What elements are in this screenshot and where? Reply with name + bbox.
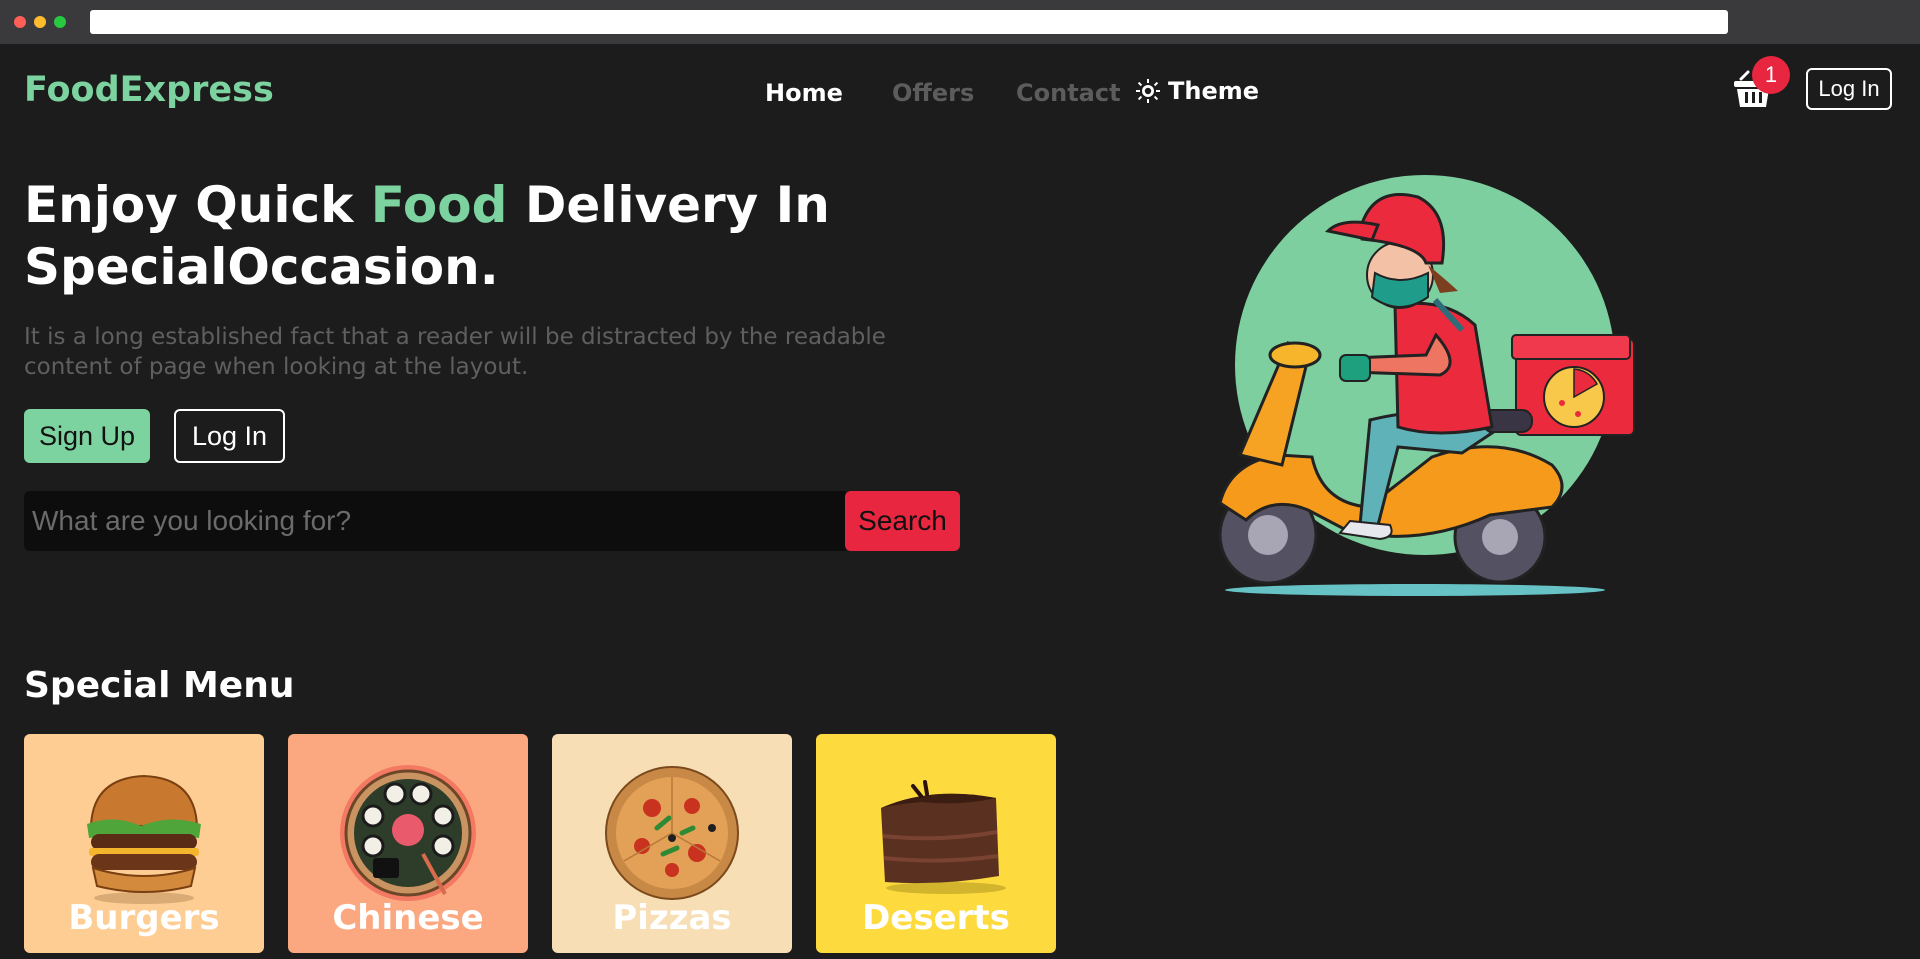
theme-label: Theme: [1168, 77, 1260, 105]
hero-title-start: Enjoy Quick: [24, 176, 371, 234]
header-login-button[interactable]: Log In: [1806, 68, 1892, 110]
menu-card-pizzas[interactable]: Pizzas: [552, 734, 792, 953]
nav-link-home[interactable]: Home: [765, 79, 843, 107]
delivery-scooter-illustration: [1218, 175, 1635, 596]
browser-chrome: [0, 0, 1920, 44]
close-window-dot[interactable]: [14, 16, 26, 28]
cart-count-badge: 1: [1752, 56, 1790, 94]
special-menu-title: Special Menu: [24, 665, 295, 706]
menu-card-burgers[interactable]: Burgers: [24, 734, 264, 953]
menu-card-chinese[interactable]: Chinese: [288, 734, 528, 953]
hero-title-accent: Food: [370, 176, 508, 234]
nav-link-contact[interactable]: Contact: [1016, 79, 1121, 107]
signup-button[interactable]: Sign Up: [24, 409, 150, 463]
pizza-image: [605, 766, 739, 900]
menu-card-label: Pizzas: [612, 898, 732, 938]
search-input[interactable]: [24, 491, 846, 551]
sushi-image: [340, 765, 476, 901]
theme-toggle-button[interactable]: Theme: [1136, 77, 1259, 105]
burger-image: [87, 774, 201, 904]
hero-description: It is a long established fact that a rea…: [24, 324, 886, 380]
nav-link-offers[interactable]: Offers: [892, 79, 974, 107]
menu-card-label: Burgers: [68, 898, 220, 938]
minimize-window-dot[interactable]: [34, 16, 46, 28]
cake-image: [881, 780, 1006, 894]
menu-card-label: Chinese: [332, 898, 484, 938]
hero-login-button[interactable]: Log In: [174, 409, 285, 463]
menu-card-label: Deserts: [862, 898, 1010, 938]
maximize-window-dot[interactable]: [54, 16, 66, 28]
brand-logo[interactable]: FoodExpress: [24, 70, 274, 110]
address-bar[interactable]: [90, 10, 1728, 34]
hero-title: Enjoy Quick Food Delivery In SpecialOcca…: [24, 174, 904, 298]
sun-icon: [1136, 79, 1160, 103]
menu-card-deserts[interactable]: Deserts: [816, 734, 1056, 953]
search-button[interactable]: Search: [845, 491, 960, 551]
